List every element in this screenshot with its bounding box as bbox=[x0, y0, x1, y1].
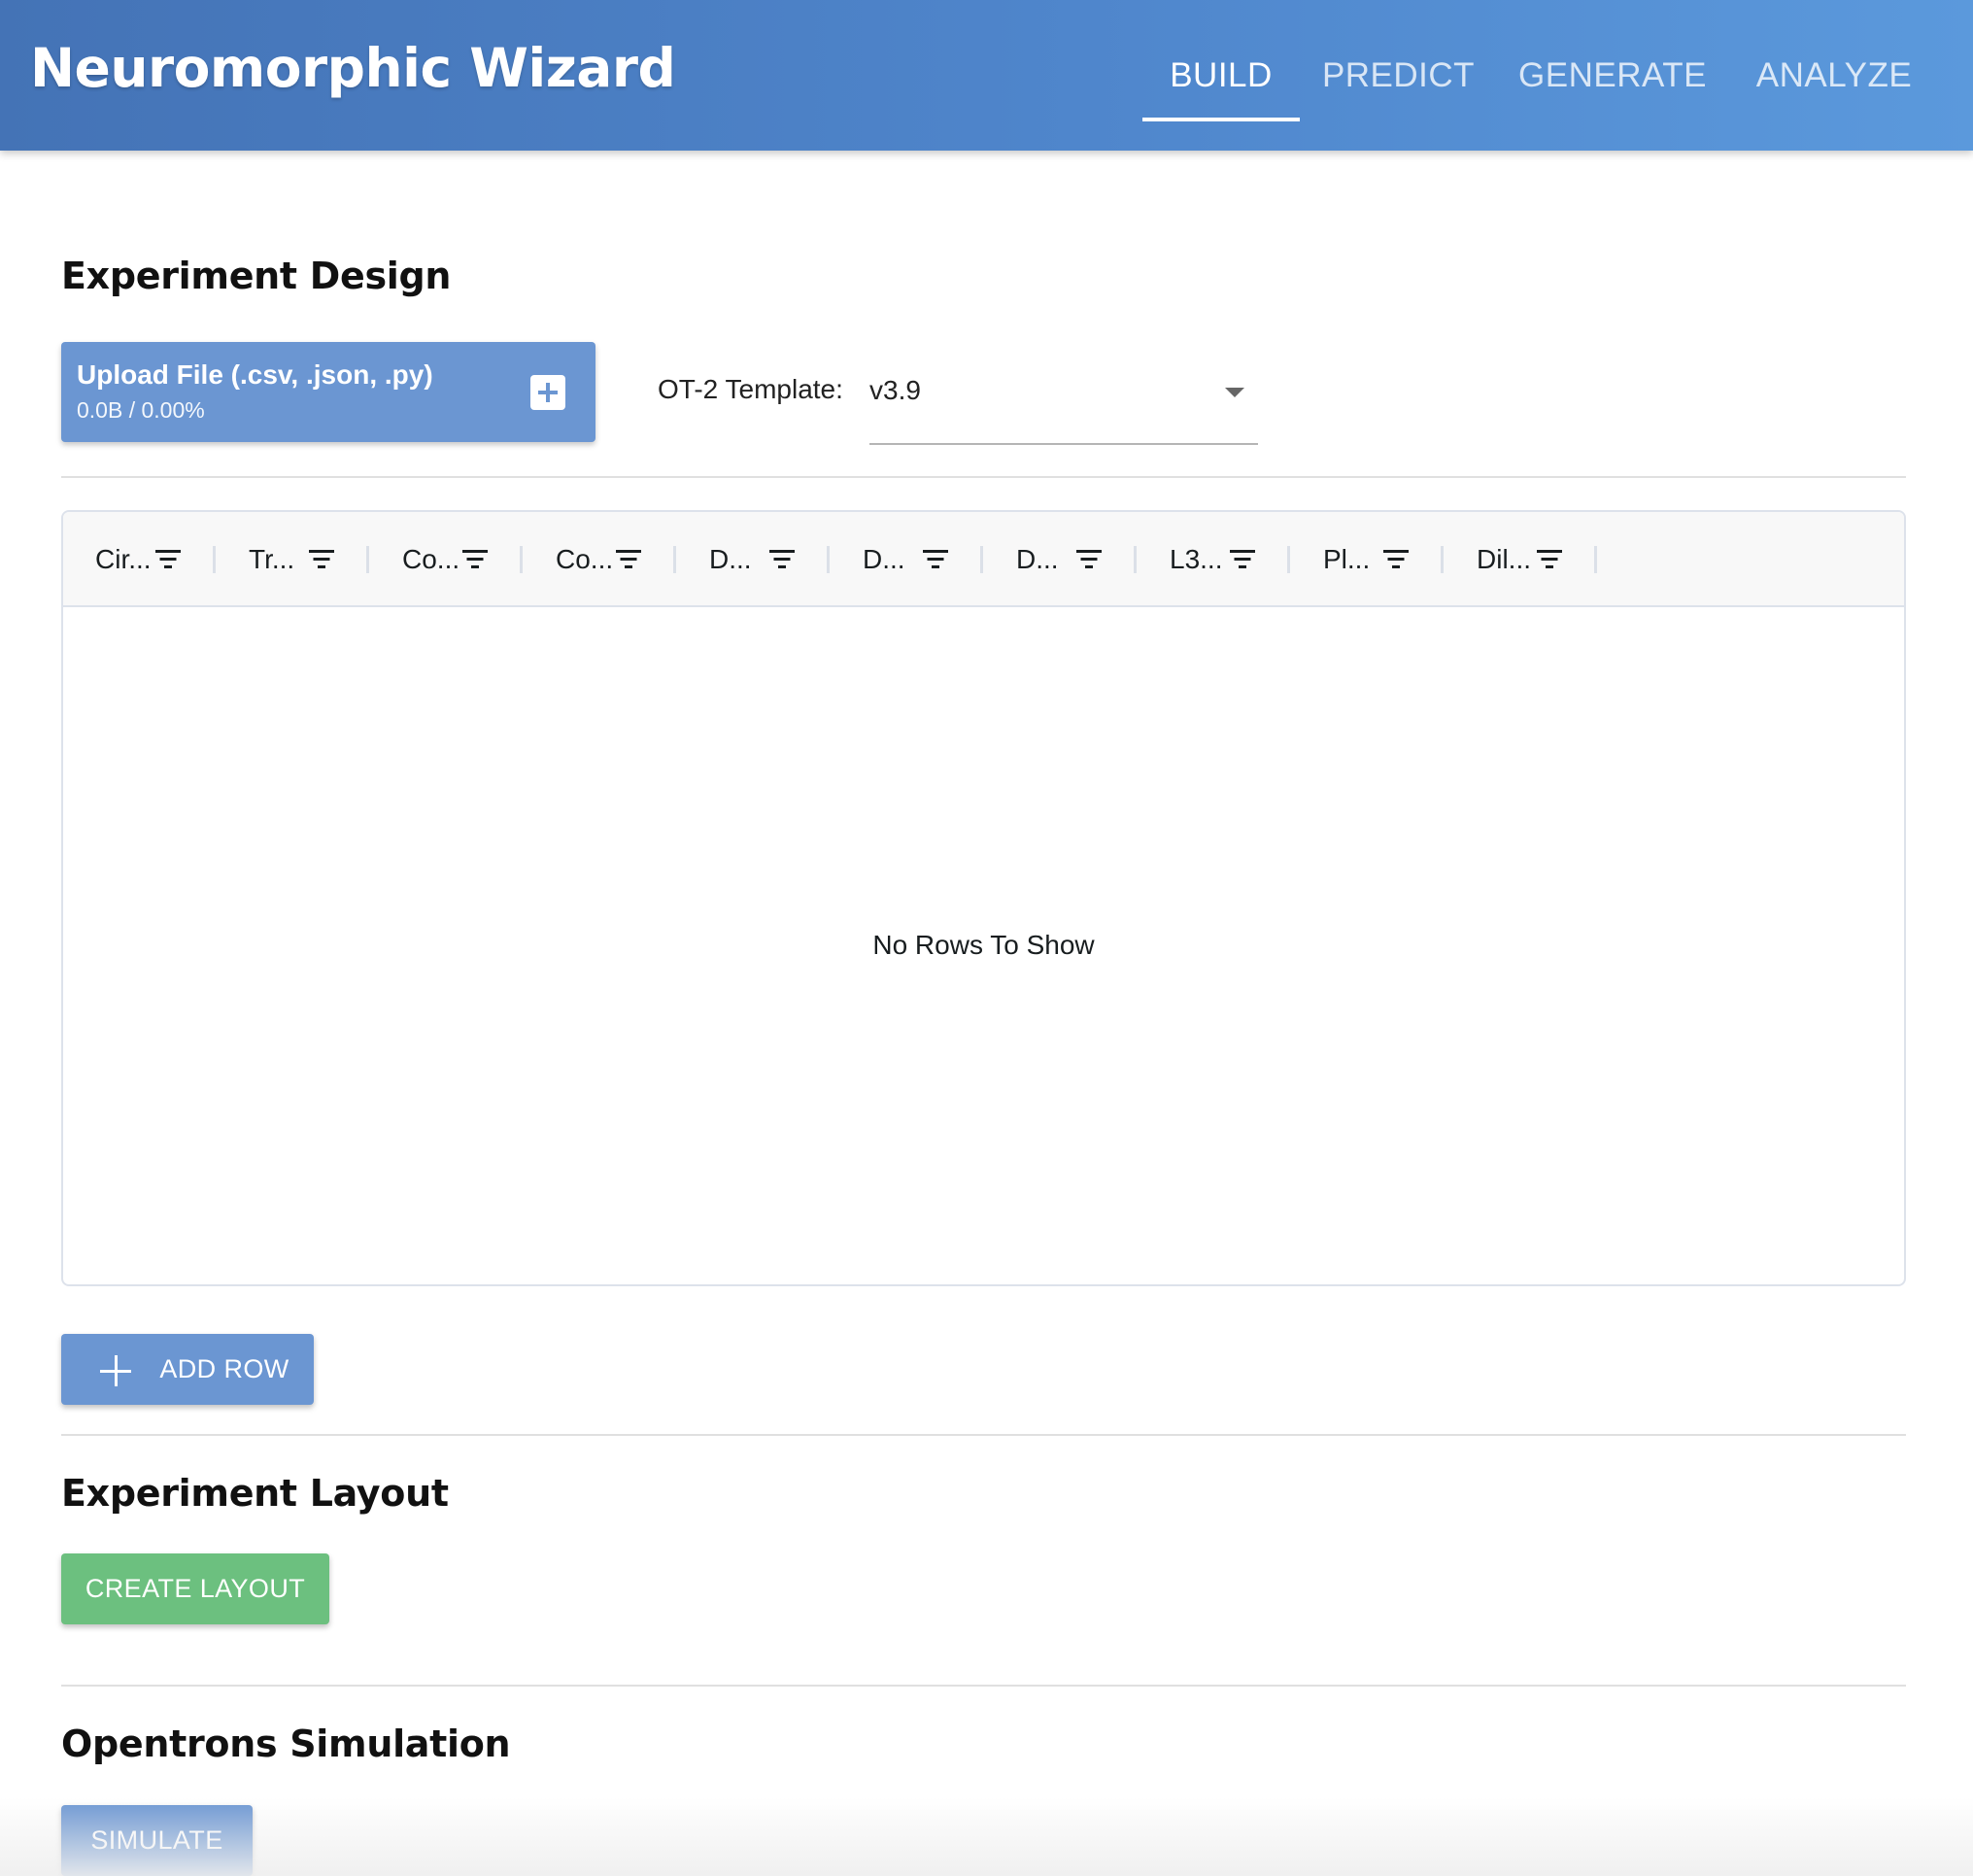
empty-grid-message: No Rows To Show bbox=[872, 930, 1095, 960]
bottom-fade-overlay bbox=[0, 1797, 1973, 1876]
column-header-label: D... bbox=[863, 544, 905, 574]
opentrons-simulation-title: Opentrons Simulation bbox=[61, 1723, 511, 1765]
column-separator[interactable] bbox=[1287, 546, 1290, 573]
column-separator[interactable] bbox=[366, 546, 369, 573]
experiment-layout-title: Experiment Layout bbox=[61, 1472, 449, 1515]
plus-icon bbox=[100, 1355, 131, 1386]
column-header-label: Co... bbox=[402, 544, 460, 574]
app-title: Neuromorphic Wizard bbox=[30, 37, 676, 99]
grid-header: Cir... Tr... Co... Co... D... D... D... … bbox=[63, 512, 1904, 607]
filter-icon[interactable] bbox=[1076, 548, 1102, 569]
filter-icon[interactable] bbox=[1383, 548, 1409, 569]
column-header-label: Cir... bbox=[95, 544, 152, 574]
column-header[interactable]: Co... bbox=[524, 512, 677, 605]
column-header[interactable]: Dil... bbox=[1445, 512, 1598, 605]
dropdown-arrow-icon bbox=[1225, 388, 1244, 397]
column-separator[interactable] bbox=[980, 546, 983, 573]
upload-progress-text: 0.0B / 0.00% bbox=[77, 397, 205, 423]
column-header-label: Dil... bbox=[1477, 544, 1531, 574]
filter-icon[interactable] bbox=[309, 548, 334, 569]
filter-icon[interactable] bbox=[1230, 548, 1255, 569]
upload-file-label: Upload File (.csv, .json, .py) bbox=[77, 359, 433, 390]
column-separator[interactable] bbox=[673, 546, 676, 573]
template-label: OT-2 Template: bbox=[658, 374, 843, 404]
tab-analyze[interactable]: ANALYZE bbox=[1742, 0, 1926, 151]
add-row-label: ADD ROW bbox=[159, 1354, 289, 1383]
active-tab-indicator bbox=[1142, 118, 1300, 121]
column-separator[interactable] bbox=[1134, 546, 1137, 573]
column-header[interactable]: L3... bbox=[1138, 512, 1291, 605]
section-divider bbox=[61, 476, 1906, 478]
filter-icon[interactable] bbox=[923, 548, 948, 569]
app-bar: Neuromorphic Wizard BUILD PREDICT GENERA… bbox=[0, 0, 1973, 151]
column-separator[interactable] bbox=[827, 546, 830, 573]
filter-icon[interactable] bbox=[769, 548, 795, 569]
column-header[interactable]: Pl... bbox=[1291, 512, 1445, 605]
filter-icon[interactable] bbox=[616, 548, 641, 569]
filter-icon[interactable] bbox=[1537, 548, 1562, 569]
column-separator[interactable] bbox=[1441, 546, 1444, 573]
column-header-label: D... bbox=[1016, 544, 1059, 574]
column-header-label: Tr... bbox=[249, 544, 295, 574]
filter-icon[interactable] bbox=[462, 548, 488, 569]
column-header-label: D... bbox=[709, 544, 752, 574]
filter-icon[interactable] bbox=[155, 548, 181, 569]
template-select[interactable]: v3.9 bbox=[869, 359, 1258, 445]
data-grid: Cir... Tr... Co... Co... D... D... D... … bbox=[61, 510, 1906, 1286]
column-header[interactable]: Co... bbox=[370, 512, 524, 605]
column-header[interactable]: D... bbox=[831, 512, 984, 605]
column-separator[interactable] bbox=[1594, 546, 1597, 573]
simulate-button[interactable]: SIMULATE bbox=[61, 1805, 253, 1876]
column-header[interactable]: Cir... bbox=[63, 512, 217, 605]
section-divider bbox=[61, 1685, 1906, 1687]
column-separator[interactable] bbox=[520, 546, 523, 573]
column-header-label: Pl... bbox=[1323, 544, 1371, 574]
experiment-design-title: Experiment Design bbox=[61, 255, 452, 297]
column-header-label: L3... bbox=[1170, 544, 1223, 574]
plus-box-icon bbox=[530, 375, 565, 410]
template-selected-value: v3.9 bbox=[869, 375, 921, 405]
add-row-button[interactable]: ADD ROW bbox=[61, 1334, 314, 1405]
tab-build[interactable]: BUILD bbox=[1142, 0, 1300, 151]
section-divider bbox=[61, 1434, 1906, 1436]
column-header-label: Co... bbox=[556, 544, 614, 574]
column-header[interactable]: Tr... bbox=[217, 512, 370, 605]
column-separator[interactable] bbox=[213, 546, 216, 573]
upload-file-button[interactable]: Upload File (.csv, .json, .py) 0.0B / 0.… bbox=[61, 342, 595, 442]
column-header[interactable]: D... bbox=[984, 512, 1138, 605]
create-layout-button[interactable]: CREATE LAYOUT bbox=[61, 1553, 329, 1624]
tab-generate[interactable]: GENERATE bbox=[1515, 0, 1710, 151]
column-header[interactable]: D... bbox=[677, 512, 831, 605]
tab-predict[interactable]: PREDICT bbox=[1313, 0, 1483, 151]
